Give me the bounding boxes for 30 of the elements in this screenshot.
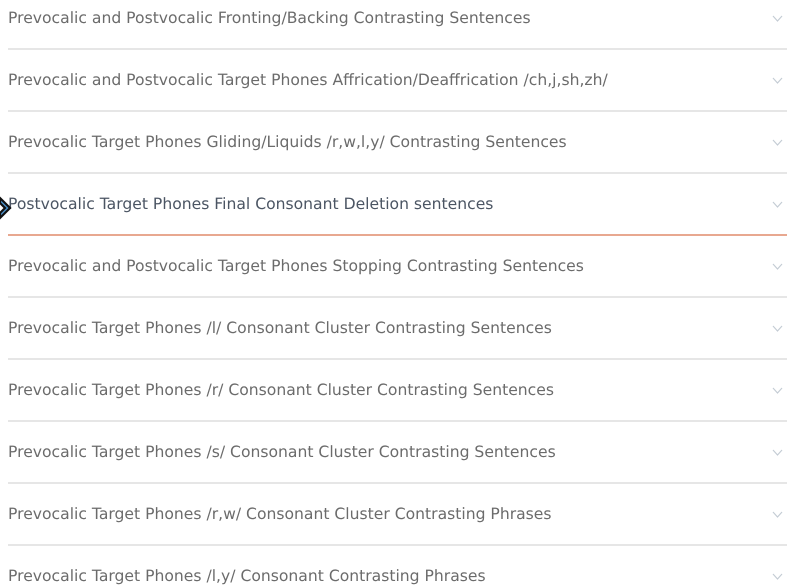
accordion-header[interactable]: Prevocalic and Postvocalic Target Phones Affrication/Deaffrication /ch,j,sh,zh/ — [8, 50, 787, 112]
chevron-down-icon — [772, 510, 783, 518]
chevron-down-icon — [772, 324, 783, 332]
accordion-header[interactable]: Prevocalic Target Phones /s/ Consonant Cluster Contrasting Sentences — [8, 422, 787, 484]
chevron-down-icon — [772, 262, 783, 270]
accordion-title: Prevocalic Target Phones /r,w/ Consonant Cluster Contrasting Phrases — [8, 505, 552, 523]
accordion-header[interactable]: Postvocalic Target Phones Final Consonant Deletion sentences — [8, 174, 787, 236]
accordion-header[interactable]: Prevocalic and Postvocalic Target Phones Stopping Contrasting Sentences — [8, 236, 787, 298]
accordion-title: Prevocalic Target Phones /r/ Consonant Cluster Contrasting Sentences — [8, 381, 554, 399]
accordion-title: Prevocalic and Postvocalic Target Phones Stopping Contrasting Sentences — [8, 257, 584, 275]
chevron-down-icon — [772, 76, 783, 84]
chevron-down-icon — [772, 200, 783, 208]
chevron-down-icon — [772, 386, 783, 394]
accordion-title: Prevocalic Target Phones /l/ Consonant Cluster Contrasting Sentences — [8, 319, 552, 337]
accordion-title: Prevocalic Target Phones /s/ Consonant Cluster Contrasting Sentences — [8, 443, 556, 461]
accordion-header[interactable]: Prevocalic and Postvocalic Fronting/Backing Contrasting Sentences — [8, 0, 787, 50]
chevron-down-icon — [772, 138, 783, 146]
chevron-down-icon — [772, 14, 783, 22]
accordion-header[interactable]: Prevocalic Target Phones Gliding/Liquids /r,w,l,y/ Contrasting Sentences — [8, 112, 787, 174]
accordion-title: Postvocalic Target Phones Final Consonant Deletion sentences — [8, 195, 494, 213]
accordion-title: Prevocalic Target Phones Gliding/Liquids /r,w,l,y/ Contrasting Sentences — [8, 133, 567, 151]
chevron-down-icon — [772, 572, 783, 580]
accordion-header[interactable]: Prevocalic Target Phones /r,w/ Consonant Cluster Contrasting Phrases — [8, 484, 787, 546]
accordion-header[interactable]: Prevocalic Target Phones /l,y/ Consonant Contrasting Phrases — [8, 546, 787, 588]
accordion-header[interactable]: Prevocalic Target Phones /l/ Consonant Cluster Contrasting Sentences — [8, 298, 787, 360]
accordion-title: Prevocalic and Postvocalic Target Phones Affrication/Deaffrication /ch,j,sh,zh/ — [8, 71, 608, 89]
accordion-title: Prevocalic and Postvocalic Fronting/Backing Contrasting Sentences — [8, 9, 531, 27]
chevron-down-icon — [772, 448, 783, 456]
accordion-title: Prevocalic Target Phones /l,y/ Consonant Contrasting Phrases — [8, 567, 486, 585]
accordion-header[interactable]: Prevocalic Target Phones /r/ Consonant Cluster Contrasting Sentences — [8, 360, 787, 422]
